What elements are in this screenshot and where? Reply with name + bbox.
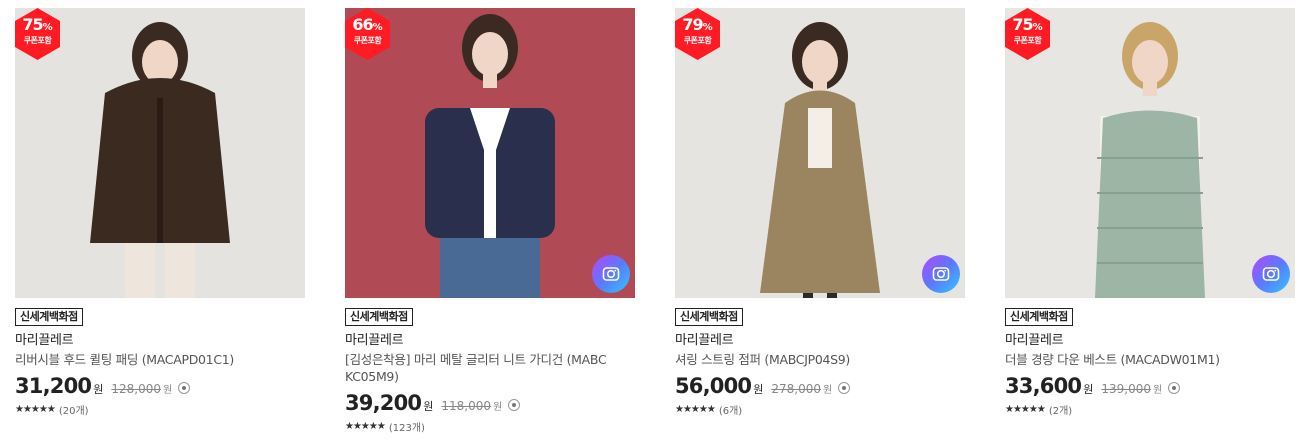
price-info-icon[interactable] — [1168, 382, 1181, 394]
coupon-label: 쿠폰포함 — [353, 36, 382, 45]
product-grid: 75% 쿠폰포함 신세계백화점 마리끌레르 리버시블 후드 퀼팅 패딩 (MAC… — [0, 0, 1300, 447]
camera-icon — [932, 267, 950, 281]
star-rating: ★★★★★ — [15, 404, 56, 415]
original-currency-unit: 원 — [823, 385, 833, 396]
store-tag: 신세계백화점 — [1005, 308, 1073, 326]
image-search-button[interactable] — [1252, 255, 1290, 293]
currency-unit: 원 — [753, 383, 764, 396]
star-rating: ★★★★★ — [675, 404, 716, 415]
product-name[interactable]: 셔링 스트링 점퍼 (MABCJP04S9) — [675, 351, 940, 368]
review-count[interactable]: (123개) — [389, 419, 425, 434]
price-row: 56,000 원 278,000 원 — [675, 374, 965, 398]
rating-row: ★★★★★ (2개) — [1005, 402, 1295, 417]
product-card[interactable]: 79% 쿠폰포함 신세계백화점 마리끌레르 셔링 스트링 점퍼 (MABCJP0… — [675, 8, 965, 417]
review-count[interactable]: (6개) — [719, 402, 742, 417]
price-info-icon[interactable] — [178, 382, 191, 394]
brand-name[interactable]: 마리끌레르 — [675, 333, 965, 349]
product-photo — [675, 8, 965, 298]
store-tag: 신세계백화점 — [345, 308, 413, 326]
product-card[interactable]: 66% 쿠폰포함 신세계백화점 마리끌레르 [김성은착용] 마리 메탈 글리터 … — [345, 8, 635, 434]
price-info-icon[interactable] — [838, 382, 851, 394]
store-tag: 신세계백화점 — [15, 308, 83, 326]
product-card[interactable]: 75% 쿠폰포함 신세계백화점 마리끌레르 더블 경량 다운 베스트 (MACA… — [1005, 8, 1295, 417]
star-rating: ★★★★★ — [345, 421, 386, 432]
image-search-button[interactable] — [592, 255, 630, 293]
product-name[interactable]: [김성은착용] 마리 메탈 글리터 니트 가디건 (MABCKC05M9) — [345, 351, 610, 385]
discount-unit: % — [372, 22, 383, 33]
price-row: 31,200 원 128,000 원 — [15, 374, 305, 398]
product-image[interactable]: 79% 쿠폰포함 — [675, 8, 965, 298]
coupon-label: 쿠폰포함 — [23, 36, 52, 45]
product-image[interactable]: 75% 쿠폰포함 — [1005, 8, 1295, 298]
brand-name[interactable]: 마리끌레르 — [15, 333, 305, 349]
original-currency-unit: 원 — [1153, 385, 1163, 396]
discount-percent: 75 — [22, 15, 43, 34]
price-row: 39,200 원 118,000 원 — [345, 391, 635, 415]
discount-unit: % — [42, 22, 53, 33]
discount-percent: 66 — [352, 15, 373, 34]
original-currency-unit: 원 — [493, 402, 503, 413]
price-info-icon[interactable] — [508, 399, 521, 411]
original-price: 139,000 — [1101, 382, 1151, 396]
product-image[interactable]: 75% 쿠폰포함 — [15, 8, 305, 298]
rating-row: ★★★★★ (20개) — [15, 402, 305, 417]
original-price: 278,000 — [771, 382, 821, 396]
image-search-button[interactable] — [922, 255, 960, 293]
review-count[interactable]: (20개) — [59, 402, 89, 417]
rating-row: ★★★★★ (6개) — [675, 402, 965, 417]
store-tag: 신세계백화점 — [675, 308, 743, 326]
price-row: 33,600 원 139,000 원 — [1005, 374, 1295, 398]
discount-unit: % — [1032, 22, 1043, 33]
discount-unit: % — [702, 22, 713, 33]
currency-unit: 원 — [93, 383, 104, 396]
original-price: 118,000 — [441, 399, 491, 413]
camera-icon — [602, 267, 620, 281]
product-photo — [15, 8, 305, 298]
discount-percent: 75 — [1012, 15, 1033, 34]
product-name[interactable]: 더블 경량 다운 베스트 (MACADW01M1) — [1005, 351, 1270, 368]
coupon-label: 쿠폰포함 — [1013, 36, 1042, 45]
original-currency-unit: 원 — [163, 385, 173, 396]
brand-name[interactable]: 마리끌레르 — [1005, 333, 1295, 349]
original-price: 128,000 — [111, 382, 161, 396]
product-card[interactable]: 75% 쿠폰포함 신세계백화점 마리끌레르 리버시블 후드 퀼팅 패딩 (MAC… — [15, 8, 305, 417]
product-image[interactable]: 66% 쿠폰포함 — [345, 8, 635, 298]
coupon-label: 쿠폰포함 — [683, 36, 712, 45]
sale-price: 31,200 — [15, 374, 92, 398]
product-photo — [345, 8, 635, 298]
sale-price: 33,600 — [1005, 374, 1082, 398]
discount-percent: 79 — [682, 15, 703, 34]
product-name[interactable]: 리버시블 후드 퀼팅 패딩 (MACAPD01C1) — [15, 351, 280, 368]
camera-icon — [1262, 267, 1280, 281]
sale-price: 56,000 — [675, 374, 752, 398]
sale-price: 39,200 — [345, 391, 422, 415]
currency-unit: 원 — [1083, 383, 1094, 396]
brand-name[interactable]: 마리끌레르 — [345, 333, 635, 349]
rating-row: ★★★★★ (123개) — [345, 419, 635, 434]
product-photo — [1005, 8, 1295, 298]
currency-unit: 원 — [423, 400, 434, 413]
star-rating: ★★★★★ — [1005, 404, 1046, 415]
review-count[interactable]: (2개) — [1049, 402, 1072, 417]
